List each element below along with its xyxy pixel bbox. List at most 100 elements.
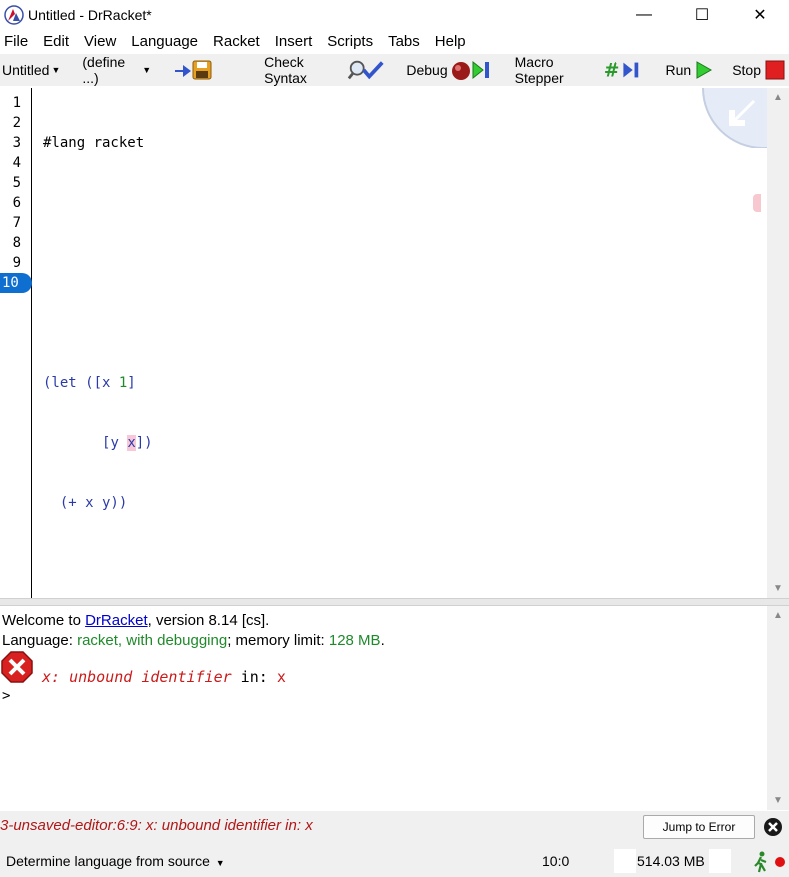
menu-racket[interactable]: Racket	[209, 31, 264, 53]
menu-tabs[interactable]: Tabs	[384, 31, 424, 53]
binding-open: [y	[102, 435, 128, 451]
status-box	[709, 849, 731, 873]
run-label: Run	[665, 62, 692, 78]
language-prefix: Language:	[2, 632, 78, 649]
language-end: .	[380, 632, 385, 649]
caret-down-icon: ▼	[142, 65, 152, 75]
code-line-1: #lang racket	[43, 133, 153, 153]
check-syntax-label: Check Syntax	[264, 54, 307, 86]
code-line-6: [y x])	[43, 433, 153, 453]
window-controls: — ☐ ✕	[615, 0, 789, 30]
line-number: 7	[12, 215, 21, 231]
menu-edit[interactable]: Edit	[39, 31, 73, 53]
error-symbol: x	[276, 668, 286, 686]
welcome-suffix: , version 8.14 [cs].	[147, 612, 270, 629]
let-bracket-close: ]	[127, 375, 136, 391]
menu-view[interactable]: View	[80, 31, 120, 53]
repl-prompt[interactable]: >	[2, 688, 10, 704]
menu-insert[interactable]: Insert	[271, 31, 317, 53]
menu-file[interactable]: File	[0, 31, 32, 53]
active-line-number: 10	[2, 275, 19, 291]
close-error-icon[interactable]	[763, 817, 783, 837]
repl-scrollbar[interactable]: ▲ ▼	[767, 606, 789, 810]
menu-help[interactable]: Help	[431, 31, 470, 53]
run-button[interactable]: Run	[663, 57, 718, 83]
caret-down-icon: ▼	[215, 858, 225, 868]
macro-stepper-label: Macro Stepper	[514, 54, 564, 86]
body-expression: (+ x y))	[43, 495, 128, 511]
language-selector[interactable]: Determine language from source ▼	[6, 853, 225, 869]
jump-to-error-button[interactable]: Jump to Error	[643, 815, 755, 839]
lang-directive: #lang racket	[43, 135, 145, 151]
memory-usage[interactable]: 514.03 MB	[637, 853, 705, 869]
welcome-prefix: Welcome to	[2, 612, 86, 629]
error-status-bar: 3-unsaved-editor:6:9: x: unbound identif…	[0, 811, 789, 845]
running-man-icon	[754, 851, 767, 873]
editor-scrollbar[interactable]: ▲ ▼	[767, 88, 789, 598]
toolbar: Untitled ▼ (define ...) ▼ Check Syntax D…	[0, 54, 789, 86]
error-message: x: unbound identifier in: x	[42, 667, 286, 687]
gc-indicator-icon	[775, 857, 785, 867]
menu-language[interactable]: Language	[127, 31, 202, 53]
minimize-button[interactable]: —	[615, 0, 673, 30]
language-mid: ; memory limit:	[227, 632, 329, 649]
stop-label: Stop	[732, 62, 761, 78]
code-area[interactable]: #lang racket (let ([x 1] [y x]) (+ x y))	[43, 93, 153, 553]
menu-bar: File Edit View Language Racket Insert Sc…	[0, 30, 789, 54]
drracket-link[interactable]: DrRacket	[85, 612, 148, 629]
line-number: 8	[12, 235, 21, 251]
play-icon	[696, 61, 713, 79]
code-line-5: (let ([x 1]	[43, 373, 153, 393]
line-number: 4	[12, 155, 21, 171]
binding-close: ])	[135, 435, 153, 451]
window-title: Untitled - DrRacket*	[28, 7, 152, 23]
stop-icon	[765, 60, 785, 80]
debug-label: Debug	[406, 62, 448, 78]
debug-button[interactable]: Debug	[403, 57, 497, 83]
line-number: 2	[12, 115, 21, 131]
macro-stepper-icon: # '	[604, 60, 639, 81]
stop-button[interactable]: Stop	[729, 57, 789, 83]
title-bar: Untitled - DrRacket* — ☐ ✕	[0, 0, 789, 30]
file-dropdown-label: Untitled	[2, 62, 50, 78]
active-line-marker: 10	[0, 273, 32, 293]
pane-divider[interactable]	[0, 598, 789, 606]
scroll-up-icon[interactable]: ▲	[773, 92, 783, 103]
scroll-down-icon[interactable]: ▼	[773, 583, 783, 594]
define-dropdown-label: (define ...)	[82, 54, 126, 86]
error-in-text: in:	[231, 668, 277, 686]
scroll-down-icon[interactable]: ▼	[773, 795, 783, 806]
corner-arrow-icon	[702, 88, 767, 148]
check-syntax-button[interactable]: Check Syntax	[261, 54, 387, 86]
error-icon	[1, 651, 33, 683]
language-value: racket, with debugging	[77, 632, 228, 649]
maximize-button[interactable]: ☐	[673, 0, 731, 30]
macro-stepper-button[interactable]: Macro Stepper # '	[512, 54, 649, 86]
error-identifier-text[interactable]: x: unbound identifier	[42, 668, 232, 686]
line-number: 9	[12, 255, 21, 271]
line-number: 3	[12, 135, 21, 151]
drracket-logo-icon	[4, 5, 24, 25]
let-open: (let ([x	[43, 375, 119, 391]
scroll-up-icon[interactable]: ▲	[773, 610, 783, 621]
error-location-message: 3-unsaved-editor:6:9: x: unbound identif…	[0, 817, 313, 834]
debug-icon	[451, 60, 489, 80]
code-line-7: (+ x y))	[43, 493, 153, 513]
close-button[interactable]: ✕	[731, 0, 789, 30]
save-button[interactable]	[167, 57, 216, 83]
svg-text:': '	[614, 61, 617, 72]
file-dropdown[interactable]: Untitled ▼	[0, 58, 62, 82]
menu-scripts[interactable]: Scripts	[323, 31, 377, 53]
interactions-pane[interactable]: Welcome to DrRacket, version 8.14 [cs]. …	[0, 606, 789, 810]
line-number: 6	[12, 195, 21, 211]
definitions-editor[interactable]: 1 2 3 4 5 6 7 8 9 10 #lang racket (let (…	[0, 88, 789, 598]
welcome-line: Welcome to DrRacket, version 8.14 [cs].	[2, 611, 269, 631]
caret-down-icon: ▼	[51, 65, 61, 75]
svg-text:#: #	[604, 60, 620, 81]
define-dropdown[interactable]: (define ...) ▼	[80, 54, 153, 86]
line-number: 5	[12, 175, 21, 191]
